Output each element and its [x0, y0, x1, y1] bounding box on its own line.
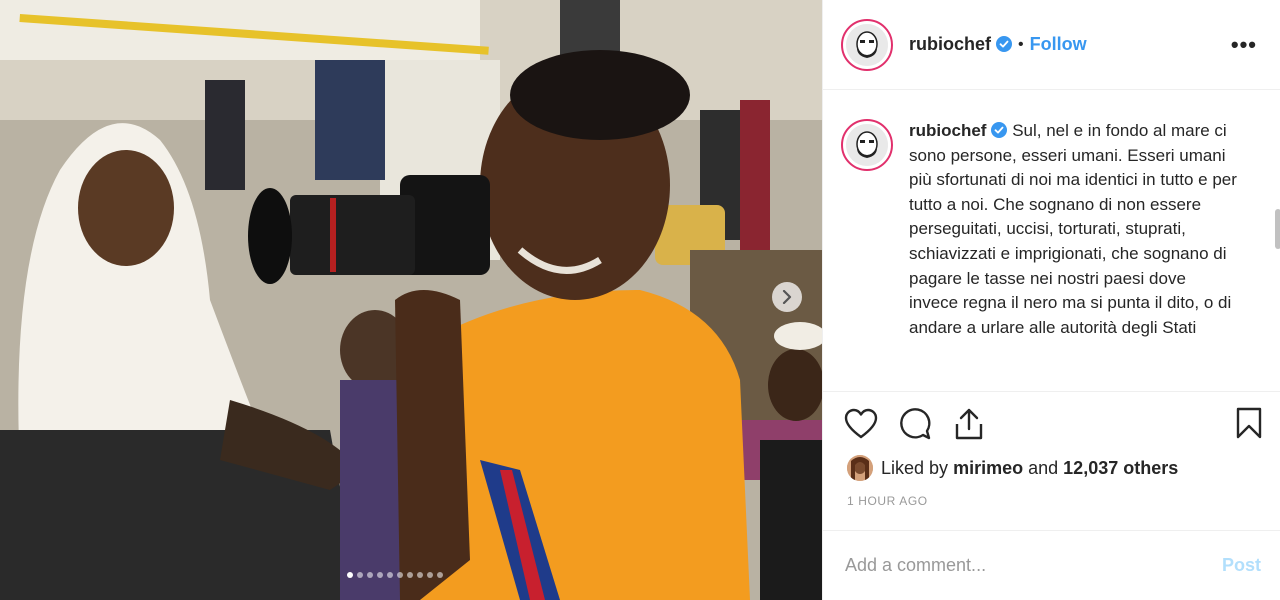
caption-avatar-image — [846, 124, 888, 166]
caption-text-block: rubiochef Sul, nel e in fondo al mare ci… — [909, 119, 1239, 340]
bookmark-icon — [1236, 407, 1262, 439]
header-separator: • — [1018, 35, 1024, 53]
carousel-dot — [347, 572, 353, 578]
carousel-dot — [377, 572, 383, 578]
post-comment-button[interactable]: Post — [1222, 555, 1261, 576]
more-options-icon[interactable]: ••• — [1231, 32, 1257, 58]
carousel-dot — [367, 572, 373, 578]
avatar[interactable] — [841, 18, 893, 71]
chef-face-icon — [846, 23, 888, 66]
author-username[interactable]: rubiochef — [909, 34, 1013, 55]
comment-input[interactable] — [843, 554, 1222, 577]
comment-button[interactable] — [897, 406, 933, 442]
next-photo-button[interactable] — [772, 282, 802, 312]
verified-icon — [996, 36, 1013, 52]
carousel-dot — [397, 572, 403, 578]
like-button[interactable] — [843, 406, 879, 442]
save-button[interactable] — [1235, 406, 1263, 445]
carousel-dot — [427, 572, 433, 578]
author-username-label: rubiochef — [909, 34, 992, 54]
follow-button[interactable]: Follow — [1030, 34, 1087, 55]
carousel-dot — [407, 572, 413, 578]
chevron-right-icon — [782, 290, 792, 304]
post-sidebar: rubiochef • Follow ••• rubiochef Sul, ne… — [822, 0, 1280, 600]
likes-middle: and — [1028, 457, 1059, 478]
caption-avatar[interactable] — [841, 119, 893, 171]
caption-comment: rubiochef Sul, nel e in fondo al mare ci… — [823, 91, 1280, 340]
post-photo[interactable] — [0, 0, 822, 600]
caption-username[interactable]: rubiochef — [909, 121, 986, 140]
carousel-indicator — [347, 572, 443, 578]
carousel-dot — [357, 572, 363, 578]
carousel-dot — [437, 572, 443, 578]
avatar-image — [846, 23, 888, 66]
chef-face-icon — [846, 124, 888, 166]
carousel-dot — [417, 572, 423, 578]
likes-prefix: Liked by — [881, 457, 949, 478]
instagram-post: rubiochef • Follow ••• rubiochef Sul, ne… — [0, 0, 1280, 600]
liker-username[interactable]: mirimeo — [953, 458, 1023, 479]
verified-icon — [991, 122, 1008, 138]
comment-icon — [900, 407, 931, 439]
caption-body: Sul, nel e in fondo al mare ci sono pers… — [909, 121, 1237, 337]
caption-scrollbar[interactable] — [1275, 209, 1280, 249]
photo-illustration — [0, 0, 822, 600]
likes-count-link[interactable]: 12,037 others — [1063, 458, 1178, 479]
comment-form: Post — [823, 530, 1280, 600]
post-timestamp[interactable]: 1 HOUR AGO — [847, 494, 928, 508]
liker-avatar[interactable] — [847, 455, 873, 481]
caption-scroll-area[interactable]: rubiochef Sul, nel e in fondo al mare ci… — [823, 91, 1280, 391]
heart-icon — [844, 408, 878, 438]
post-header: rubiochef • Follow ••• — [823, 0, 1280, 90]
action-bar — [823, 391, 1280, 455]
carousel-dot — [387, 572, 393, 578]
share-button[interactable] — [951, 406, 987, 442]
share-icon — [955, 408, 983, 439]
likes-summary: Liked by mirimeo and 12,037 others — [847, 455, 1178, 481]
